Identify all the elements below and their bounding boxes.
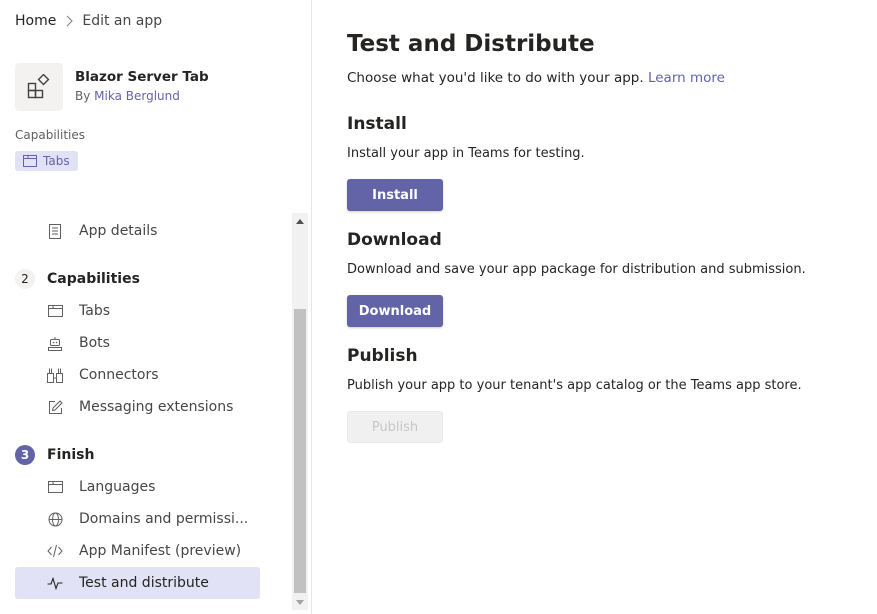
nav-label: Languages bbox=[79, 479, 156, 495]
section-finish: 3 Finish bbox=[15, 444, 94, 466]
breadcrumb-home[interactable]: Home bbox=[15, 13, 56, 29]
window-icon bbox=[47, 479, 63, 495]
nav-label: Tabs bbox=[79, 303, 110, 319]
install-button[interactable]: Install bbox=[347, 179, 443, 211]
nav-item-test-and-distribute[interactable]: Test and distribute bbox=[15, 567, 260, 599]
nav-label: App Manifest (preview) bbox=[79, 543, 242, 559]
nav-item-app-details[interactable]: App details bbox=[15, 215, 260, 247]
nav-item-domains[interactable]: Domains and permissi... bbox=[15, 503, 260, 535]
author-link[interactable]: Mika Berglund bbox=[94, 89, 180, 103]
breadcrumb-current: Edit an app bbox=[82, 13, 163, 29]
tabs-capability-chip[interactable]: Tabs bbox=[15, 151, 78, 171]
step-number: 2 bbox=[15, 269, 35, 289]
nav-label: Messaging extensions bbox=[79, 399, 234, 415]
scroll-up-arrow-icon[interactable] bbox=[292, 213, 308, 229]
subtitle-text: Choose what you'd like to do with your a… bbox=[347, 70, 644, 86]
page-subtitle: Choose what you'd like to do with your a… bbox=[347, 70, 725, 86]
breadcrumb: Home Edit an app bbox=[15, 12, 162, 30]
chevron-right-icon bbox=[65, 15, 74, 27]
document-icon bbox=[47, 223, 63, 239]
app-author-line: By Mika Berglund bbox=[75, 89, 209, 104]
install-description: Install your app in Teams for testing. bbox=[347, 146, 585, 161]
app-icon bbox=[15, 63, 63, 111]
page-title: Test and Distribute bbox=[347, 31, 595, 57]
download-button[interactable]: Download bbox=[347, 295, 443, 327]
download-heading: Download bbox=[347, 230, 442, 250]
nav-item-messaging-extensions[interactable]: Messaging extensions bbox=[15, 391, 260, 423]
edit-icon bbox=[47, 399, 63, 415]
tab-icon bbox=[23, 155, 37, 167]
left-pane: Home Edit an app Blazor Server Tab By Mi… bbox=[0, 0, 312, 614]
bot-icon bbox=[47, 335, 63, 351]
nav-label: App details bbox=[79, 223, 158, 239]
nav-item-bots[interactable]: Bots bbox=[15, 327, 260, 359]
publish-heading: Publish bbox=[347, 346, 418, 366]
scroll-down-arrow-icon[interactable] bbox=[292, 594, 308, 610]
nav-list: App details 2 Capabilities Tabs Bots Con… bbox=[0, 213, 292, 613]
connector-icon bbox=[47, 367, 63, 383]
publish-description: Publish your app to your tenant's app ca… bbox=[347, 378, 802, 393]
nav-item-languages[interactable]: Languages bbox=[15, 471, 260, 503]
scrollbar-thumb[interactable] bbox=[294, 309, 306, 593]
nav-label: Test and distribute bbox=[79, 575, 209, 591]
section-capabilities: 2 Capabilities bbox=[15, 268, 140, 290]
capabilities-heading: Capabilities bbox=[15, 128, 85, 142]
nav-label: Connectors bbox=[79, 367, 159, 383]
install-heading: Install bbox=[347, 114, 407, 134]
section-label: Capabilities bbox=[47, 271, 140, 287]
step-number: 3 bbox=[15, 445, 35, 465]
chip-label: Tabs bbox=[43, 154, 70, 168]
code-icon bbox=[47, 543, 63, 559]
nav-item-tabs[interactable]: Tabs bbox=[15, 295, 260, 327]
app-card: Blazor Server Tab By Mika Berglund bbox=[15, 63, 209, 111]
author-prefix: By bbox=[75, 89, 91, 103]
pulse-icon bbox=[47, 575, 63, 591]
section-label: Finish bbox=[47, 447, 95, 463]
nav-scrollbar[interactable] bbox=[292, 213, 308, 610]
publish-button[interactable]: Publish bbox=[347, 411, 443, 443]
tab-icon bbox=[47, 303, 63, 319]
nav-item-connectors[interactable]: Connectors bbox=[15, 359, 260, 391]
download-description: Download and save your app package for d… bbox=[347, 262, 806, 277]
nav-item-app-manifest[interactable]: App Manifest (preview) bbox=[15, 535, 260, 567]
nav-label: Domains and permissi... bbox=[79, 511, 249, 527]
nav-label: Bots bbox=[79, 335, 110, 351]
app-name: Blazor Server Tab bbox=[75, 69, 209, 85]
learn-more-link[interactable]: Learn more bbox=[648, 70, 725, 86]
globe-icon bbox=[47, 511, 63, 527]
